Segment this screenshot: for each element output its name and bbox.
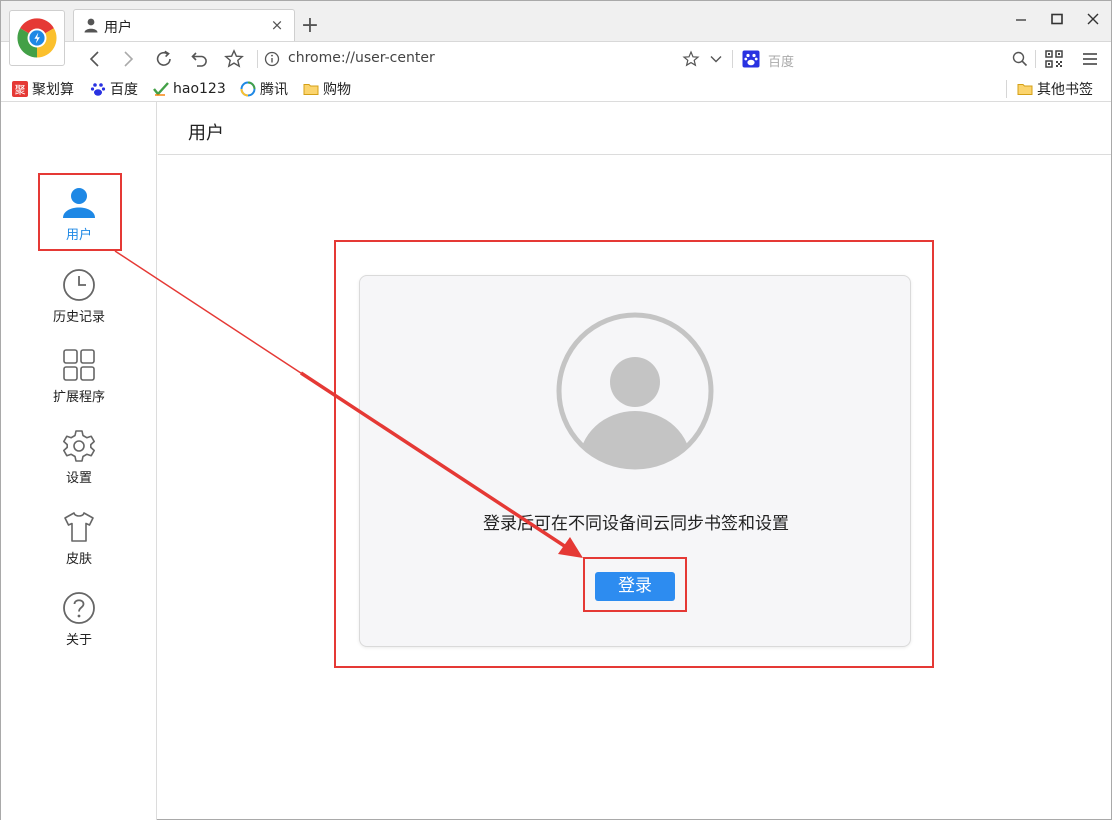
menu-icon[interactable] bbox=[1080, 49, 1100, 69]
bookmark-juhuasuan[interactable]: 聚 聚划算 bbox=[12, 79, 74, 99]
refresh-icon[interactable] bbox=[153, 48, 175, 70]
bookmark-hao123[interactable]: hao123 bbox=[153, 79, 226, 99]
page-title: 用户 bbox=[188, 123, 224, 144]
bookmark-label: 购物 bbox=[323, 82, 351, 98]
search-input[interactable]: 百度 bbox=[768, 51, 794, 70]
gear-icon bbox=[63, 430, 95, 462]
sidebar-item-skin[interactable]: 皮肤 bbox=[39, 510, 119, 582]
close-window-icon[interactable] bbox=[1085, 11, 1101, 27]
chevron-down-icon[interactable] bbox=[707, 50, 725, 68]
bookmark-gouwu[interactable]: 购物 bbox=[303, 79, 351, 99]
new-tab-button[interactable]: + bbox=[299, 15, 321, 37]
juhuasuan-icon: 聚 bbox=[12, 81, 28, 97]
bookmark-separator bbox=[1006, 80, 1007, 98]
highlight-box-login-button bbox=[583, 557, 687, 612]
bookmark-baidu[interactable]: 百度 bbox=[90, 79, 138, 99]
title-bar: 用户 × + bbox=[1, 1, 1111, 41]
folder-icon bbox=[303, 84, 319, 95]
qr-code-icon[interactable] bbox=[1044, 49, 1064, 69]
bookmark-label: 百度 bbox=[110, 82, 138, 98]
undo-icon[interactable] bbox=[189, 48, 211, 70]
sidebar-item-label: 设置 bbox=[65, 471, 92, 486]
back-icon[interactable] bbox=[84, 48, 106, 70]
address-bar-url[interactable]: chrome://user-center bbox=[288, 50, 435, 66]
sidebar-item-label: 历史记录 bbox=[52, 310, 105, 325]
folder-icon bbox=[1017, 84, 1033, 95]
tencent-icon bbox=[240, 81, 256, 97]
tab-close-icon[interactable]: × bbox=[270, 18, 284, 33]
bookmark-label: 腾讯 bbox=[260, 82, 288, 98]
favorite-star-icon[interactable] bbox=[682, 50, 700, 68]
sidebar-item-settings[interactable]: 设置 bbox=[39, 429, 119, 501]
sidebar-item-label: 扩展程序 bbox=[52, 390, 105, 405]
shirt-icon bbox=[64, 512, 94, 542]
bookmark-label: 聚划算 bbox=[32, 82, 74, 98]
sidebar-item-history[interactable]: 历史记录 bbox=[39, 268, 119, 340]
browser-logo[interactable] bbox=[9, 10, 65, 66]
content-header: 用户 bbox=[158, 102, 1111, 155]
minimize-icon[interactable] bbox=[1013, 11, 1029, 27]
maximize-icon[interactable] bbox=[1049, 11, 1065, 27]
bookmark-label: 其他书签 bbox=[1037, 82, 1093, 98]
browser-logo-icon bbox=[17, 18, 57, 58]
sidebar-item-extensions[interactable]: 扩展程序 bbox=[39, 348, 119, 420]
search-separator bbox=[732, 50, 733, 68]
clock-icon bbox=[63, 269, 95, 301]
baidu-paw-icon bbox=[90, 83, 106, 96]
bookmark-label: hao123 bbox=[173, 81, 226, 97]
hao123-icon bbox=[153, 82, 169, 96]
sidebar-item-about[interactable]: 关于 bbox=[39, 591, 119, 663]
site-info-icon[interactable] bbox=[263, 50, 281, 68]
svg-text:聚: 聚 bbox=[15, 84, 26, 97]
search-icon[interactable] bbox=[1011, 50, 1029, 68]
sidebar-item-label: 皮肤 bbox=[65, 552, 92, 567]
bookmarks-bar: 聚 聚划算 百度 hao123 腾讯 购物 其他书签 bbox=[1, 75, 1111, 102]
toolbar: chrome://user-center 百度 bbox=[1, 41, 1111, 75]
sidebar-item-label: 关于 bbox=[65, 633, 92, 648]
user-tab-icon bbox=[84, 18, 98, 33]
bookmark-other[interactable]: 其他书签 bbox=[1017, 79, 1093, 99]
tab-title: 用户 bbox=[104, 20, 132, 36]
address-separator bbox=[257, 50, 258, 68]
tab-user[interactable]: 用户 × bbox=[73, 9, 295, 41]
help-icon bbox=[63, 592, 95, 624]
grid-icon bbox=[63, 349, 95, 381]
qr-separator bbox=[1035, 50, 1036, 68]
browser-window: 用户 × + chrome://user-center 百度 聚 聚划算 百度 … bbox=[0, 0, 1112, 820]
forward-icon[interactable] bbox=[117, 48, 139, 70]
bookmark-tencent[interactable]: 腾讯 bbox=[240, 79, 288, 99]
baidu-paw-icon[interactable] bbox=[742, 50, 760, 68]
bookmark-star-icon[interactable] bbox=[223, 48, 245, 70]
highlight-box-user-nav bbox=[38, 173, 122, 251]
